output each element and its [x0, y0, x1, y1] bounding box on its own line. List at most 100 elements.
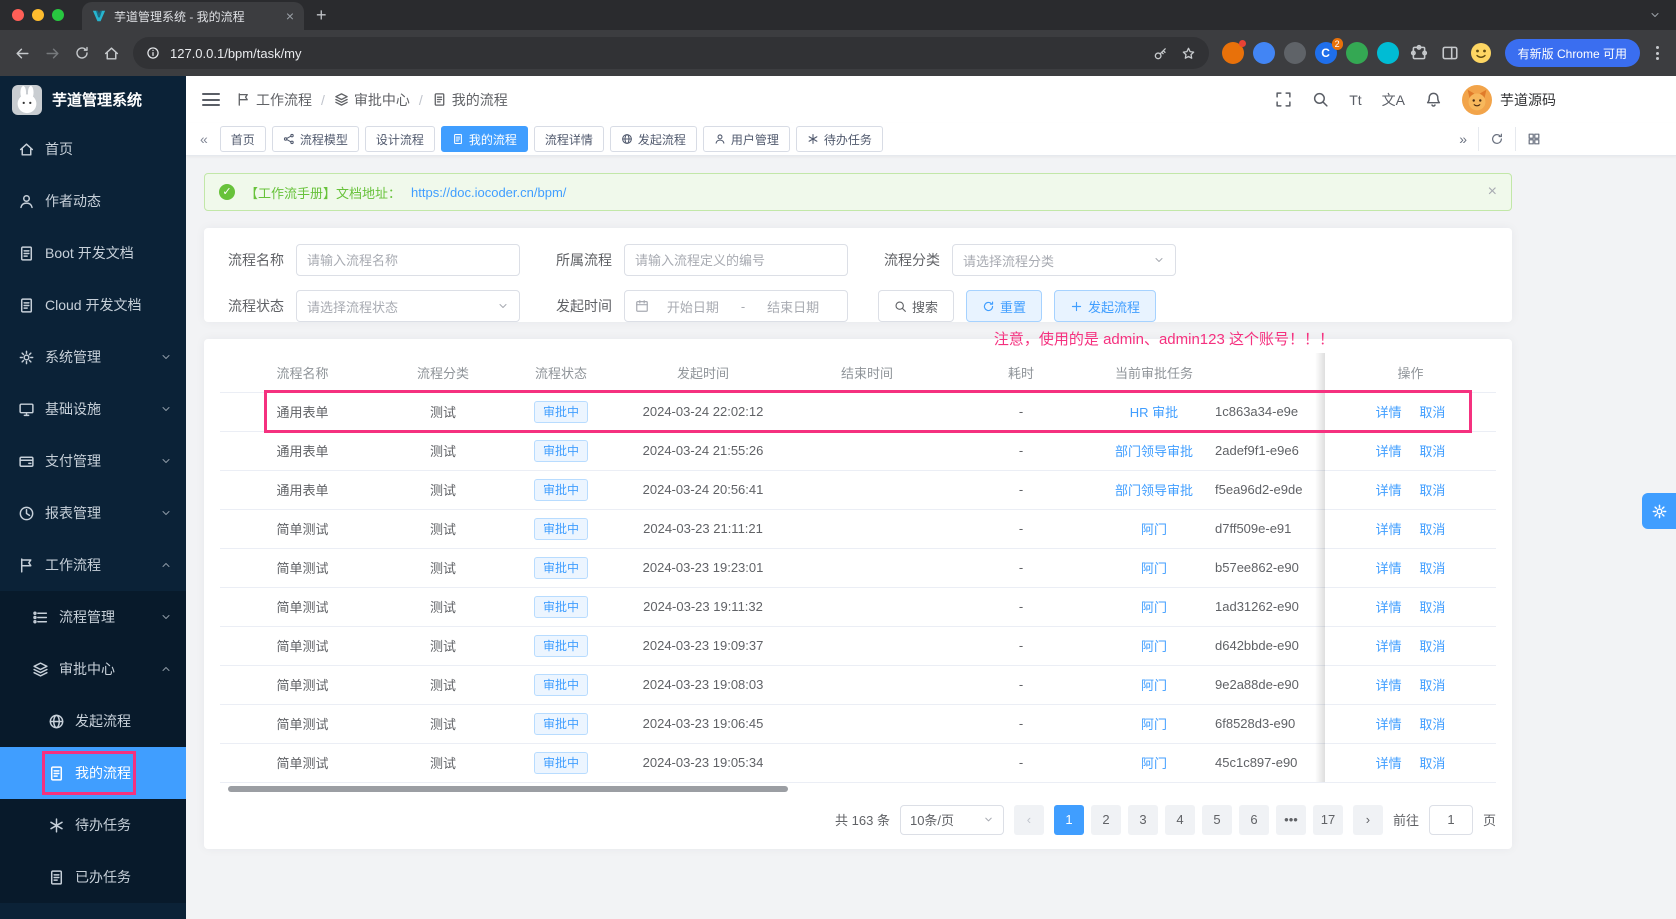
page-button-5[interactable]: 5 — [1201, 804, 1232, 835]
doc-link[interactable]: https://doc.iocoder.cn/bpm/ — [411, 185, 566, 200]
sidebar-item-cloud-docs[interactable]: Cloud 开发文档 — [0, 279, 186, 331]
translate-icon[interactable]: 文A — [1382, 90, 1405, 110]
tab-design-process[interactable]: 设计流程 — [364, 126, 435, 152]
tab-process-model[interactable]: 流程模型 — [271, 126, 359, 152]
new-tab-button[interactable]: + — [316, 5, 327, 26]
cancel-link[interactable]: 取消 — [1419, 717, 1445, 732]
tab-search-icon[interactable] — [1644, 4, 1666, 26]
detail-link[interactable]: 详情 — [1376, 639, 1402, 654]
profile-avatar[interactable] — [1470, 42, 1492, 64]
page-size-select[interactable]: 10条/页 — [899, 804, 1004, 835]
font-size-icon[interactable]: Tt — [1349, 92, 1361, 108]
close-window-button[interactable] — [12, 9, 24, 21]
password-key-icon[interactable] — [1153, 46, 1168, 61]
create-process-button[interactable]: 发起流程 — [1054, 290, 1157, 322]
tab-start-process[interactable]: 发起流程 — [609, 126, 697, 152]
bookmark-star-icon[interactable] — [1181, 46, 1196, 61]
search-button[interactable]: 搜索 — [878, 290, 955, 322]
sidebar-item-my-process[interactable]: 我的流程 — [0, 747, 186, 799]
current-task-link[interactable]: 部门领导审批 — [1115, 444, 1193, 459]
page-button-3[interactable]: 3 — [1127, 804, 1158, 835]
horizontal-scrollbar-thumb[interactable] — [228, 785, 788, 792]
page-button-6[interactable]: 6 — [1238, 804, 1269, 835]
cancel-link[interactable]: 取消 — [1419, 522, 1445, 537]
breadcrumb-item[interactable]: 我的流程 — [432, 90, 508, 110]
current-task-link[interactable]: HR 审批 — [1130, 405, 1178, 420]
tab-user-mgmt[interactable]: 用户管理 — [702, 126, 790, 152]
reset-button[interactable]: 重置 — [966, 290, 1043, 322]
tab-my-process[interactable]: 我的流程 — [440, 126, 528, 152]
current-task-link[interactable]: 阿门 — [1141, 639, 1167, 654]
user-menu[interactable]: 芋道源码 — [1462, 84, 1556, 115]
extension-icon[interactable] — [1345, 42, 1368, 64]
breadcrumb-item[interactable]: 审批中心 — [334, 90, 410, 110]
current-task-link[interactable]: 阿门 — [1141, 561, 1167, 576]
address-bar[interactable]: 127.0.0.1/bpm/task/my — [133, 37, 1209, 69]
site-info-icon[interactable] — [146, 46, 160, 60]
detail-link[interactable]: 详情 — [1376, 678, 1402, 693]
detail-link[interactable]: 详情 — [1376, 756, 1402, 771]
sidebar-item-approval-center[interactable]: 审批中心 — [0, 643, 186, 695]
detail-link[interactable]: 详情 — [1376, 483, 1402, 498]
process-category-select[interactable]: 请选择流程分类 — [952, 244, 1176, 276]
browser-tab[interactable]: 芋道管理系统 - 我的流程 × — [82, 2, 304, 30]
browser-home-icon[interactable] — [103, 45, 120, 62]
page-ellipsis[interactable]: ••• — [1275, 804, 1306, 835]
current-task-link[interactable]: 阿门 — [1141, 678, 1167, 693]
cancel-link[interactable]: 取消 — [1419, 561, 1445, 576]
tab-close-icon[interactable]: × — [286, 8, 294, 24]
browser-menu-icon[interactable] — [1653, 46, 1662, 60]
extension-icon[interactable]: C2 — [1314, 38, 1343, 64]
theme-settings-button[interactable] — [1642, 493, 1676, 529]
detail-link[interactable]: 详情 — [1376, 522, 1402, 537]
sidebar-item-done-task[interactable]: 已办任务 — [0, 851, 186, 903]
tab-home[interactable]: 首页 — [219, 126, 266, 152]
detail-link[interactable]: 详情 — [1376, 444, 1402, 459]
sidebar-item-boot-docs[interactable]: Boot 开发文档 — [0, 227, 186, 279]
fullscreen-icon[interactable] — [1275, 91, 1292, 108]
cancel-link[interactable]: 取消 — [1419, 444, 1445, 459]
maximize-window-button[interactable] — [52, 9, 64, 21]
refresh-tab-icon[interactable] — [1478, 127, 1515, 151]
page-button-4[interactable]: 4 — [1164, 804, 1195, 835]
current-task-link[interactable]: 阿门 — [1141, 717, 1167, 732]
sidebar-item-pay-mgmt[interactable]: 支付管理 — [0, 435, 186, 487]
sidebar-item-process-mgmt[interactable]: 流程管理 — [0, 591, 186, 643]
hamburger-icon[interactable] — [202, 93, 220, 106]
detail-link[interactable]: 详情 — [1376, 561, 1402, 576]
search-icon[interactable] — [1312, 91, 1329, 108]
page-button-2[interactable]: 2 — [1090, 804, 1121, 835]
notice-close-icon[interactable]: × — [1488, 183, 1497, 201]
page-button-17[interactable]: 17 — [1312, 804, 1343, 835]
tab-process-detail[interactable]: 流程详情 — [533, 126, 604, 152]
bell-icon[interactable] — [1425, 91, 1442, 108]
layout-grid-icon[interactable] — [1515, 127, 1552, 151]
extension-icon[interactable] — [1252, 42, 1275, 64]
cancel-link[interactable]: 取消 — [1419, 483, 1445, 498]
extensions-puzzle-icon[interactable] — [1408, 42, 1430, 64]
sidebar-item-author-news[interactable]: 作者动态 — [0, 175, 186, 227]
chrome-update-button[interactable]: 有新版 Chrome 可用 — [1504, 39, 1640, 67]
tab-todo-task[interactable]: 待办任务 — [795, 126, 883, 152]
prev-page-button[interactable]: ‹ — [1013, 804, 1044, 835]
process-name-input[interactable] — [307, 252, 509, 268]
sidebar-item-workflow[interactable]: 工作流程 — [0, 539, 186, 591]
current-task-link[interactable]: 部门领导审批 — [1115, 483, 1193, 498]
extension-icon[interactable] — [1221, 40, 1246, 64]
cancel-link[interactable]: 取消 — [1419, 405, 1445, 420]
current-task-link[interactable]: 阿门 — [1141, 756, 1167, 771]
minimize-window-button[interactable] — [32, 9, 44, 21]
sidebar-item-infrastructure[interactable]: 基础设施 — [0, 383, 186, 435]
sidebar-item-system-mgmt[interactable]: 系统管理 — [0, 331, 186, 383]
tabs-scroll-right[interactable]: » — [1448, 127, 1478, 151]
cancel-link[interactable]: 取消 — [1419, 756, 1445, 771]
start-date-range-picker[interactable]: 开始日期 - 结束日期 — [624, 290, 848, 322]
current-task-link[interactable]: 阿门 — [1141, 522, 1167, 537]
current-task-link[interactable]: 阿门 — [1141, 600, 1167, 615]
sidebar-item-report-mgmt[interactable]: 报表管理 — [0, 487, 186, 539]
page-button-1[interactable]: 1 — [1053, 804, 1084, 835]
tabs-scroll-left[interactable]: « — [194, 131, 214, 147]
detail-link[interactable]: 详情 — [1376, 600, 1402, 615]
cancel-link[interactable]: 取消 — [1419, 639, 1445, 654]
next-page-button[interactable]: › — [1352, 804, 1383, 835]
